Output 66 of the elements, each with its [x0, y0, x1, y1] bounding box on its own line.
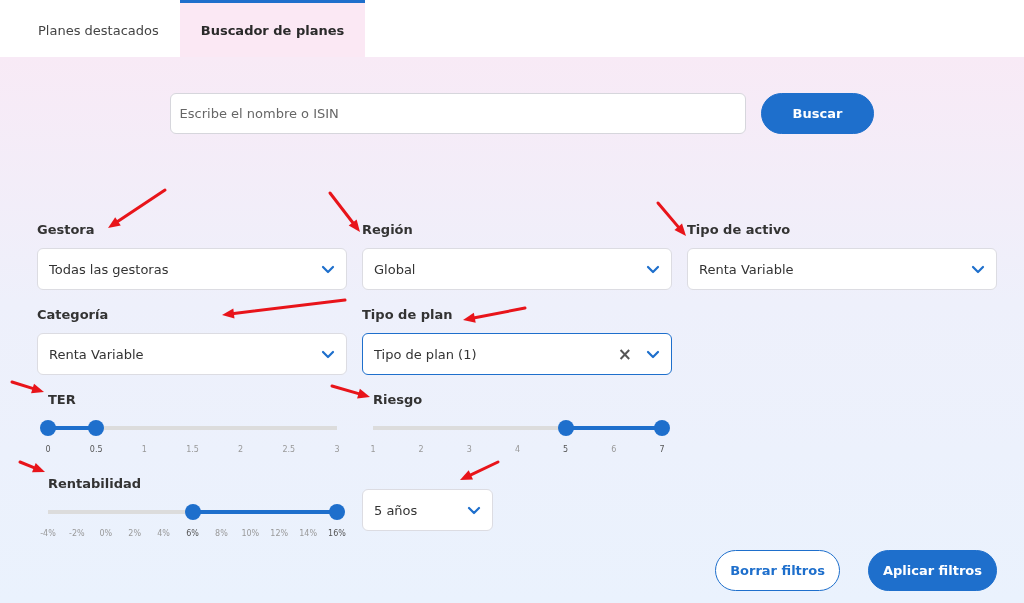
tick-label: -2%	[69, 529, 85, 538]
dropdown-select[interactable]: Tipo de plan (1) ×	[362, 333, 672, 375]
tick-label: 12%	[270, 529, 289, 538]
tick-label: 0%	[99, 529, 113, 538]
tick-label: 0	[45, 445, 51, 454]
tick-label: 1.5	[186, 445, 199, 454]
tab[interactable]: Buscador de planes	[179, 0, 366, 57]
slider-label: Riesgo	[373, 392, 423, 409]
tick-label: 2.5	[282, 445, 296, 454]
chevron-down-icon	[646, 349, 660, 359]
apply-filters-button[interactable]: Aplicar filtros	[867, 550, 997, 591]
tick-label: 3	[334, 445, 340, 454]
dropdown-select[interactable]: Renta Variable	[687, 248, 997, 290]
chevron-down-icon	[971, 264, 985, 274]
slider-thumb[interactable]	[184, 504, 201, 520]
search-button[interactable]: Buscar	[760, 93, 875, 134]
slider-thumb[interactable]	[557, 420, 574, 436]
tick-label: 2	[238, 445, 244, 454]
slider-thumb[interactable]	[654, 420, 670, 436]
field-label: Gestora	[37, 222, 95, 239]
annotation-arrow	[330, 384, 370, 399]
annotation-arrow	[18, 460, 45, 473]
annotation-arrow	[656, 201, 686, 236]
slider-label: Rentabilidad	[48, 476, 142, 493]
field-label: Categoría	[37, 307, 109, 324]
tick-label: 6%	[186, 529, 199, 538]
chevron-down-icon	[321, 349, 335, 359]
tick-label: 7	[659, 445, 665, 454]
chevron-down-icon	[467, 505, 481, 515]
clear-filters-button[interactable]: Borrar filtros	[715, 550, 840, 591]
tick-label: 16%	[328, 529, 346, 538]
tick-label: -4%	[40, 529, 56, 538]
tick-label: 4	[514, 445, 521, 454]
slider-label: TER	[48, 392, 76, 409]
field-label: Tipo de plan	[362, 307, 453, 324]
chevron-down-icon	[646, 264, 660, 274]
chevron-down-icon	[321, 264, 335, 274]
dropdown-select[interactable]: Todas las gestoras	[37, 248, 347, 290]
slider-thumb[interactable]	[88, 420, 105, 436]
period-select[interactable]: 5 años	[362, 489, 493, 531]
dropdown-select[interactable]: Global	[362, 248, 672, 290]
annotation-arrow	[10, 380, 44, 394]
tick-label: 5	[563, 445, 569, 454]
tick-label: 4%	[157, 529, 170, 538]
tab[interactable]: Planes destacados	[17, 0, 180, 57]
tick-label: 0.5	[89, 445, 103, 454]
annotation-arrow	[328, 191, 360, 232]
tick-label: 8%	[215, 529, 228, 538]
slider-thumb[interactable]	[329, 504, 345, 520]
tick-label: 6	[611, 445, 617, 454]
tick-label: 3	[466, 445, 472, 454]
search-field[interactable]: Escribe el nombre o ISIN	[169, 93, 746, 134]
field-label: Región	[362, 222, 413, 239]
slider-thumb[interactable]	[40, 420, 56, 436]
tick-label: 2%	[128, 529, 142, 538]
tick-label: 10%	[241, 529, 260, 538]
dropdown-select[interactable]: Renta Variable	[37, 333, 347, 375]
clear-icon[interactable]: ×	[617, 344, 632, 364]
annotation-arrow	[460, 460, 500, 480]
annotation-arrow	[463, 306, 527, 323]
tick-label: 1	[141, 445, 147, 454]
field-label: Tipo de activo	[687, 222, 791, 239]
tick-label: 2	[418, 445, 424, 454]
annotation-arrow	[108, 188, 167, 228]
tick-label: 14%	[299, 529, 317, 538]
tick-label: 1	[370, 445, 376, 454]
